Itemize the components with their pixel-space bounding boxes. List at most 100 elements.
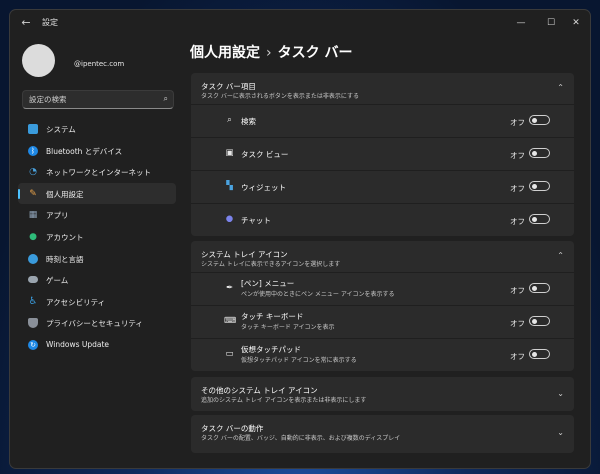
setting-row-widgets: ▚ ウィジェット オフ — [191, 170, 574, 203]
sidebar-item-windows-update[interactable]: ↻ Windows Update — [18, 334, 176, 356]
back-arrow-icon[interactable]: ← — [18, 15, 34, 31]
toggle-state-text: オフ — [510, 118, 525, 127]
sidebar-item-label: アプリ — [46, 211, 69, 221]
section-subtitle: タスク バーの配置、バッジ、自動的に非表示、および複数のディスプレイ — [201, 435, 401, 442]
sidebar-item-time-language[interactable]: 時刻と言語 — [18, 248, 176, 270]
sidebar-item-label: 時刻と言語 — [46, 254, 84, 264]
task-view-icon: ▣ — [225, 148, 234, 158]
taskbar-behaviors-section[interactable]: タスク バーの動作 タスク バーの配置、バッジ、自動的に非表示、および複数のディ… — [191, 415, 574, 453]
settings-window: ← 設定 — ☐ ✕ @ipentec.com 設定の検索 ⌕ システム ᛒ B… — [9, 9, 591, 469]
setting-row-chat: ● チャット オフ — [191, 203, 574, 236]
breadcrumb: 個人用設定 › タスク バー — [190, 42, 352, 62]
setting-label: ウィジェット — [241, 183, 286, 192]
toggle-state-text: オフ — [510, 319, 525, 328]
sidebar-item-gaming[interactable]: ゲーム — [18, 269, 176, 291]
setting-label: タッチ キーボード — [241, 312, 304, 321]
sidebar-item-network[interactable]: ◔ ネットワークとインターネット — [18, 161, 176, 183]
setting-label: 仮想タッチパッド — [241, 345, 301, 354]
sidebar-item-label: Windows Update — [46, 339, 110, 349]
sidebar-item-label: ゲーム — [46, 276, 69, 286]
sidebar-item-personalization[interactable]: ✎ 個人用設定 — [18, 182, 176, 205]
sidebar-item-bluetooth[interactable]: ᛒ Bluetooth とデバイス — [18, 140, 176, 162]
toggle-state-text: オフ — [510, 352, 525, 361]
search-icon: ⌕ — [227, 115, 232, 125]
chat-icon: ● — [225, 214, 234, 224]
windows-update-icon: ↻ — [28, 339, 38, 350]
other-tray-icons-section[interactable]: その他のシステム トレイ アイコン 追加のシステム トレイ アイコンを表示または… — [191, 377, 574, 411]
bluetooth-icon: ᛒ — [28, 145, 38, 156]
setting-row-pen-menu: ✒ [ペン] メニュー ペンが使用中のときにペン メニュー アイコンを表示する … — [191, 272, 574, 305]
tray-icons-section: システム トレイ アイコン システム トレイに表示できるアイコンを選択します ⌃… — [191, 241, 574, 371]
toggle-state-text: オフ — [510, 286, 525, 295]
sidebar-item-label: プライバシーとセキュリティ — [46, 319, 143, 329]
sidebar-item-label: ネットワークとインターネット — [46, 168, 151, 178]
setting-label: タスク ビュー — [241, 150, 289, 159]
search-placeholder: 設定の検索 — [29, 95, 67, 104]
sidebar-item-apps[interactable]: ▦ アプリ — [18, 204, 176, 226]
sidebar-item-system[interactable]: システム — [18, 118, 176, 140]
setting-description: 仮想タッチパッド アイコンを常に表示する — [241, 357, 357, 364]
toggle-state-text: オフ — [510, 151, 525, 160]
account-icon: ● — [29, 231, 37, 242]
setting-description: タッチ キーボード アイコンを表示 — [241, 324, 335, 331]
touchpad-icon: ▭ — [225, 349, 234, 359]
task-view-toggle[interactable] — [529, 148, 550, 158]
pen-icon: ✒ — [225, 283, 234, 293]
sidebar-item-accessibility[interactable]: ♿ アクセシビリティ — [18, 291, 176, 313]
chevron-up-icon: ⌃ — [557, 251, 564, 260]
chevron-down-icon: ⌄ — [557, 389, 564, 398]
accessibility-icon: ♿ — [28, 295, 38, 307]
search-input[interactable]: 設定の検索 ⌕ — [22, 90, 174, 109]
widgets-icon: ▚ — [226, 181, 233, 191]
apps-icon: ▦ — [28, 210, 38, 221]
toggle-state-text: オフ — [510, 217, 525, 226]
sidebar-nav: システム ᛒ Bluetooth とデバイス ◔ ネットワークとインターネット … — [18, 118, 176, 356]
globe-clock-icon — [28, 253, 38, 264]
taskbar-items-header[interactable]: タスク バー項目 タスク バーに表示されるボタンを表示または非表示にする ⌃ — [191, 73, 574, 104]
section-subtitle: タスク バーに表示されるボタンを表示または非表示にする — [201, 93, 359, 100]
pen-menu-toggle[interactable] — [529, 283, 550, 293]
setting-description: ペンが使用中のときにペン メニュー アイコンを表示する — [241, 291, 395, 298]
setting-row-touch-keyboard: ⌨ タッチ キーボード タッチ キーボード アイコンを表示 オフ — [191, 305, 574, 338]
tray-icons-header[interactable]: システム トレイ アイコン システム トレイに表示できるアイコンを選択します ⌃ — [191, 241, 574, 272]
setting-label: 検索 — [241, 117, 256, 126]
setting-label: [ペン] メニュー — [241, 279, 295, 288]
chat-toggle[interactable] — [529, 214, 550, 224]
setting-row-search: ⌕ 検索 オフ — [191, 104, 574, 137]
app-title: 設定 — [42, 18, 58, 27]
chevron-down-icon: ⌄ — [557, 428, 564, 437]
brush-icon: ✎ — [29, 188, 37, 199]
chevron-up-icon: ⌃ — [557, 83, 564, 92]
search-toggle[interactable] — [529, 115, 550, 125]
taskbar-items-section: タスク バー項目 タスク バーに表示されるボタンを表示または非表示にする ⌃ ⌕… — [191, 73, 574, 236]
sidebar-item-label: 個人用設定 — [46, 189, 84, 199]
widgets-toggle[interactable] — [529, 181, 550, 191]
close-icon[interactable]: ✕ — [562, 14, 590, 32]
minimize-icon[interactable]: — — [507, 14, 535, 32]
touch-keyboard-toggle[interactable] — [529, 316, 550, 326]
setting-row-virtual-touchpad: ▭ 仮想タッチパッド 仮想タッチパッド アイコンを常に表示する オフ — [191, 338, 574, 371]
virtual-touchpad-toggle[interactable] — [529, 349, 550, 359]
account-email: @ipentec.com — [74, 60, 125, 68]
sidebar-item-accounts[interactable]: ● アカウント — [18, 226, 176, 248]
sidebar-item-label: Bluetooth とデバイス — [46, 146, 123, 156]
system-icon — [28, 124, 38, 134]
breadcrumb-parent[interactable]: 個人用設定 — [190, 45, 260, 61]
shield-icon — [28, 318, 38, 329]
network-icon: ◔ — [29, 167, 37, 178]
section-subtitle: 追加のシステム トレイ アイコンを表示または非表示にします — [201, 397, 367, 404]
setting-row-task-view: ▣ タスク ビュー オフ — [191, 137, 574, 170]
game-controller-icon — [28, 276, 38, 284]
sidebar-item-privacy[interactable]: プライバシーとセキュリティ — [18, 312, 176, 334]
page-title: タスク バー — [277, 45, 353, 61]
search-icon: ⌕ — [163, 94, 168, 103]
sidebar-item-label: アカウント — [46, 232, 84, 242]
avatar[interactable] — [22, 44, 55, 77]
keyboard-icon: ⌨ — [224, 316, 237, 326]
title-bar: ← 設定 — ☐ ✕ — [10, 10, 590, 36]
toggle-state-text: オフ — [510, 184, 525, 193]
breadcrumb-separator: › — [266, 45, 272, 61]
sidebar-item-label: システム — [46, 125, 76, 134]
section-subtitle: システム トレイに表示できるアイコンを選択します — [201, 261, 341, 268]
maximize-icon[interactable]: ☐ — [537, 14, 565, 32]
